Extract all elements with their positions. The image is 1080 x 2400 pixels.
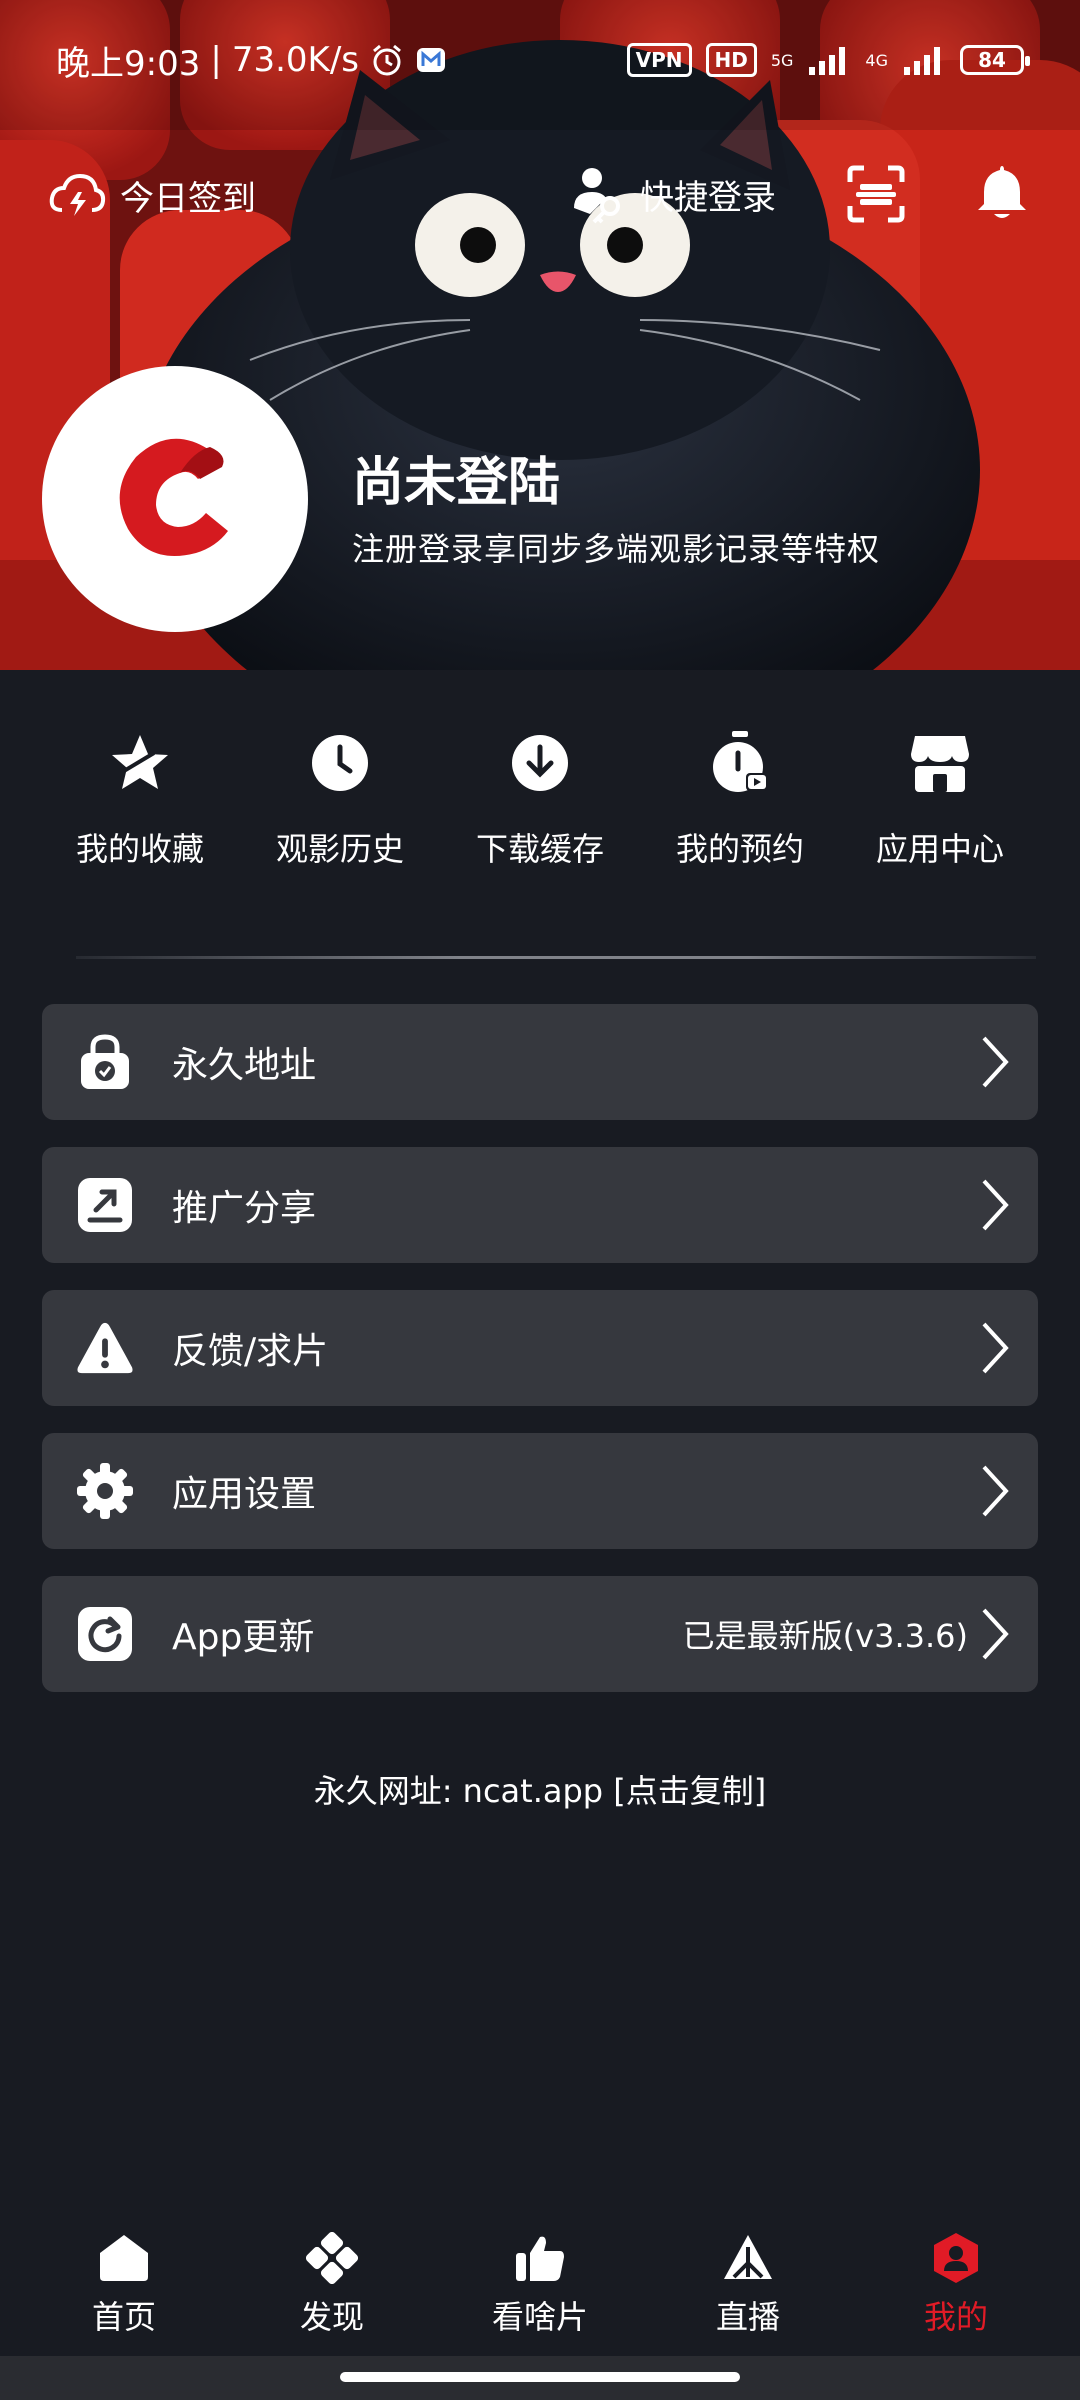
share-icon bbox=[76, 1176, 134, 1234]
quick-action-favorites[interactable]: 我的收藏 bbox=[60, 730, 220, 900]
quick-action-history[interactable]: 观影历史 bbox=[260, 730, 420, 900]
permanent-url-copy-link[interactable]: 永久网址: ncat.app [点击复制] bbox=[0, 1766, 1080, 1812]
mail-app-icon bbox=[417, 48, 445, 72]
menu-item-permanent-address[interactable]: 永久地址 bbox=[42, 1004, 1038, 1120]
network-4g-label: 4G bbox=[865, 50, 888, 70]
menu-item-label: 永久地址 bbox=[172, 1045, 317, 1086]
menu-item-app-settings[interactable]: 应用设置 bbox=[42, 1433, 1038, 1549]
battery-indicator: 84 bbox=[960, 45, 1030, 75]
alarm-icon bbox=[373, 44, 401, 76]
menu-item-app-update[interactable]: App更新 已是最新版(v3.3.6) bbox=[42, 1576, 1038, 1692]
vpn-badge: VPN bbox=[626, 43, 692, 77]
timer-icon bbox=[707, 730, 773, 796]
status-separator: | bbox=[210, 40, 222, 80]
menu-item-label: 推广分享 bbox=[172, 1188, 317, 1229]
home-indicator[interactable] bbox=[340, 2372, 740, 2382]
home-icon bbox=[96, 2230, 152, 2286]
checkin-label: 今日签到 bbox=[120, 178, 256, 219]
quick-action-label: 应用中心 bbox=[875, 830, 1004, 868]
thumbs-up-icon bbox=[512, 2230, 568, 2286]
chevron-right-icon bbox=[982, 1465, 1009, 1517]
profile-name[interactable]: 尚未登陆 bbox=[352, 440, 560, 515]
bottom-navigation: 首页 发现 看啥片 直播 我的 bbox=[0, 2210, 1080, 2360]
menu-item-label: App更新 bbox=[172, 1617, 315, 1658]
signal-icon bbox=[809, 47, 846, 75]
hd-badge: HD bbox=[705, 43, 757, 77]
menu-item-label: 反馈/求片 bbox=[172, 1331, 329, 1372]
download-icon bbox=[507, 730, 573, 796]
network-5g-label: 5G bbox=[770, 50, 794, 70]
star-icon bbox=[107, 730, 173, 796]
profile-icon bbox=[928, 2230, 984, 2286]
user-key-icon bbox=[574, 168, 620, 224]
clock-icon bbox=[307, 730, 373, 796]
status-speed: 73.0K/s bbox=[231, 40, 359, 80]
menu-item-label: 应用设置 bbox=[172, 1474, 317, 1515]
quick-actions-grid: 我的收藏 观影历史 下载缓存 我的预约 应用中心 bbox=[0, 730, 1080, 900]
menu-item-feedback[interactable]: 反馈/求片 bbox=[42, 1290, 1038, 1406]
nav-label: 直播 bbox=[715, 2298, 780, 2336]
nav-label: 首页 bbox=[91, 2298, 156, 2336]
bell-icon[interactable] bbox=[972, 162, 1032, 224]
quick-action-app-center[interactable]: 应用中心 bbox=[860, 730, 1020, 900]
discover-icon bbox=[304, 2230, 360, 2286]
gear-icon bbox=[76, 1462, 134, 1520]
chevron-right-icon bbox=[982, 1322, 1009, 1374]
quick-login-button[interactable]: 快捷登录 bbox=[570, 164, 776, 224]
header-actions: 今日签到 快捷登录 bbox=[0, 150, 1080, 240]
menu-item-promote-share[interactable]: 推广分享 bbox=[42, 1147, 1038, 1263]
profile-header-banner: 晚上9:03 | 73.0K/s VPN HD 5G 4G 84 今日签到 快捷… bbox=[0, 0, 1080, 670]
store-icon bbox=[907, 730, 973, 796]
quick-action-reservations[interactable]: 我的预约 bbox=[660, 730, 820, 900]
scan-icon[interactable] bbox=[846, 164, 906, 224]
nav-label: 我的 bbox=[923, 2298, 988, 2336]
nav-label: 看啥片 bbox=[491, 2298, 588, 2336]
chevron-right-icon bbox=[982, 1036, 1009, 1088]
quick-login-label: 快捷登录 bbox=[640, 177, 776, 218]
app-logo-icon bbox=[119, 438, 228, 556]
nav-tab-recommend[interactable]: 看啥片 bbox=[450, 2210, 630, 2360]
profile-subtitle: 注册登录享同步多端观影记录等特权 bbox=[352, 530, 881, 568]
chevron-right-icon bbox=[982, 1179, 1009, 1231]
live-icon bbox=[720, 2230, 776, 2286]
status-bar: 晚上9:03 | 73.0K/s VPN HD 5G 4G 84 bbox=[0, 0, 1080, 120]
nav-tab-profile[interactable]: 我的 bbox=[866, 2210, 1046, 2360]
lock-icon bbox=[76, 1033, 134, 1091]
warning-icon bbox=[76, 1319, 134, 1377]
quick-action-label: 我的收藏 bbox=[75, 830, 204, 868]
nav-label: 发现 bbox=[299, 2298, 364, 2336]
settings-menu: 永久地址 推广分享 反馈/求片 应用设置 App更新 已是最新版(v3.3.6) bbox=[42, 1004, 1038, 1719]
quick-action-label: 观影历史 bbox=[275, 830, 404, 868]
nav-tab-live[interactable]: 直播 bbox=[658, 2210, 838, 2360]
nav-tab-home[interactable]: 首页 bbox=[34, 2210, 214, 2360]
status-time: 晚上9:03 bbox=[56, 43, 201, 84]
daily-checkin-button[interactable]: 今日签到 bbox=[48, 170, 256, 220]
cloud-lightning-icon bbox=[49, 173, 106, 216]
quick-action-label: 下载缓存 bbox=[475, 830, 604, 868]
refresh-icon bbox=[76, 1605, 134, 1663]
nav-tab-discover[interactable]: 发现 bbox=[242, 2210, 422, 2360]
quick-action-label: 我的预约 bbox=[675, 830, 804, 868]
quick-action-downloads[interactable]: 下载缓存 bbox=[460, 730, 620, 900]
app-version-status: 已是最新版(v3.3.6) bbox=[682, 1617, 968, 1655]
signal-icon-2 bbox=[904, 47, 940, 75]
avatar[interactable] bbox=[42, 366, 308, 632]
section-divider bbox=[76, 956, 1036, 959]
chevron-right-icon bbox=[982, 1608, 1009, 1660]
